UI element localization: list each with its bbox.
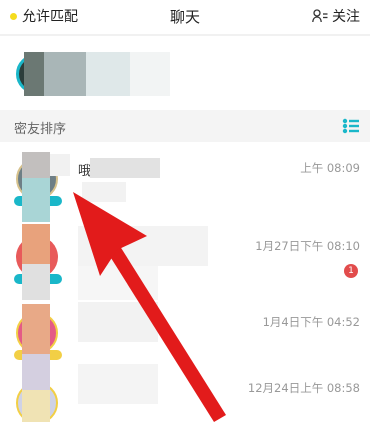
follow-label: 关注	[332, 9, 360, 25]
pixelated-block	[44, 52, 86, 96]
chat-list-item[interactable]: 12月24日上午 08:58	[0, 354, 370, 422]
chat-time: 1月27日下午 08:10	[255, 239, 360, 253]
featured-contact[interactable]	[0, 40, 370, 104]
list-icon[interactable]	[342, 118, 360, 134]
pixelated-block	[130, 52, 170, 96]
pixelated-block	[22, 224, 50, 264]
page-title-text: 聊天	[169, 8, 200, 26]
chat-time: 1月4日下午 04:52	[262, 315, 360, 329]
chat-time: 上午 08:09	[300, 161, 360, 175]
pixelated-block	[22, 178, 50, 222]
pixelated-block	[24, 52, 44, 96]
divider	[0, 34, 370, 36]
pixelated-block	[22, 354, 50, 390]
chat-list-item[interactable]: 哦 上午 08:09	[0, 146, 370, 226]
pixelated-block	[22, 152, 50, 178]
follow-button[interactable]: 关注	[312, 6, 360, 26]
pixelated-block	[86, 52, 130, 96]
unread-badge: 1	[344, 264, 358, 278]
section-header: 密友排序	[0, 110, 370, 142]
pixelated-block	[78, 302, 158, 342]
pixelated-block	[78, 226, 208, 266]
user-list-icon	[312, 9, 328, 23]
pixelated-block	[22, 304, 50, 354]
pixelated-block	[82, 182, 126, 202]
top-bar: 允许匹配 聊天 关注	[0, 0, 370, 32]
pixelated-block	[78, 266, 158, 302]
chat-list-item[interactable]: 1月27日下午 08:10 1	[0, 224, 370, 308]
pixelated-block	[22, 390, 50, 422]
pixelated-block	[78, 364, 158, 404]
pixelated-block	[50, 154, 70, 176]
pixelated-block	[90, 158, 160, 178]
chat-time: 12月24日上午 08:58	[247, 381, 360, 395]
section-label: 密友排序	[14, 122, 67, 137]
